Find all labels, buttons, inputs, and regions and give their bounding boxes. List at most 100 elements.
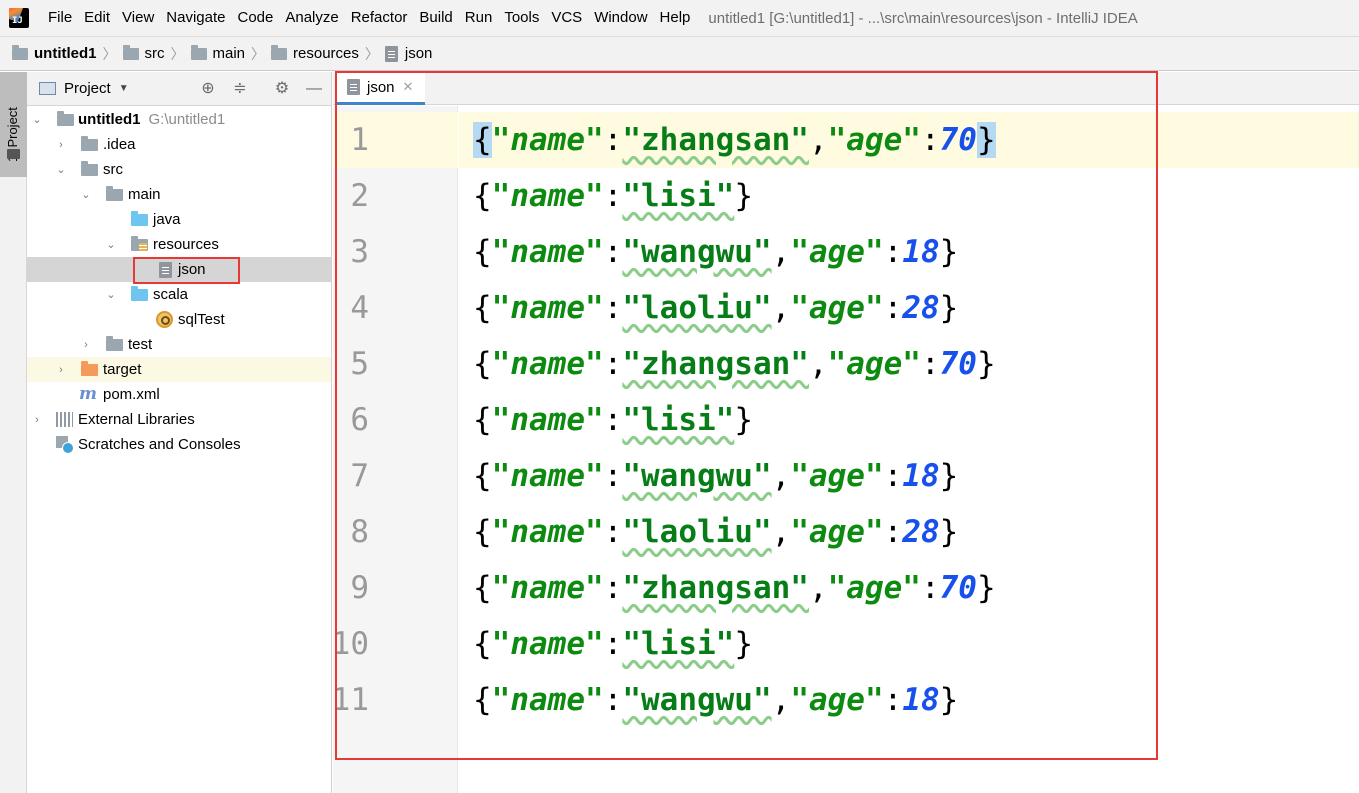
colon: : xyxy=(603,570,623,606)
tab-label: json xyxy=(367,78,395,96)
tree-item-label: untitled1 G:\untitled1 xyxy=(78,111,226,128)
window-title: untitled1 [G:\untitled1] - ...\src\main\… xyxy=(708,9,1138,27)
brace-open: { xyxy=(473,458,492,494)
menu-vcs[interactable]: VCS xyxy=(545,0,588,36)
json-number-value: 18 xyxy=(902,458,940,494)
chevron-right-icon[interactable]: › xyxy=(55,364,67,376)
chevron-down-icon[interactable]: ⌄ xyxy=(105,288,117,301)
hide-icon[interactable]: — xyxy=(305,80,323,98)
json-key: "name" xyxy=(491,290,604,326)
json-key: "name" xyxy=(491,346,604,382)
tree-item-scala[interactable]: ⌄ scala xyxy=(27,282,331,307)
chevron-down-icon[interactable]: ⌄ xyxy=(105,238,117,251)
breadcrumb-item-untitled1[interactable]: untitled1 xyxy=(12,44,97,62)
comma: , xyxy=(771,458,791,494)
brace-close: } xyxy=(939,514,959,550)
code-editor[interactable]: {"name":"zhangsan","age":70} {"name":"lis… xyxy=(459,106,1359,793)
tree-item-java[interactable]: java xyxy=(27,207,331,232)
tree-item-src[interactable]: ⌄ src xyxy=(27,157,331,182)
json-number-value: 70 xyxy=(939,122,977,158)
line-number: 4 xyxy=(350,290,369,326)
menu-window[interactable]: Window xyxy=(588,0,653,36)
excluded-folder-icon xyxy=(81,361,98,376)
chevron-down-icon[interactable]: ▼ xyxy=(119,83,129,94)
breadcrumb-separator-icon: 〉 xyxy=(102,45,117,62)
tree-item-scratches[interactable]: Scratches and Consoles xyxy=(27,432,331,457)
colon: : xyxy=(920,122,940,158)
locate-icon[interactable]: ⊕ xyxy=(199,80,217,98)
breadcrumb-item-resources[interactable]: resources xyxy=(271,44,359,62)
json-key: "name" xyxy=(491,458,604,494)
folder-icon xyxy=(106,186,123,201)
text-file-icon xyxy=(384,45,398,62)
tree-item-sqltest[interactable]: sqlTest xyxy=(27,307,331,332)
tree-item-test[interactable]: › test xyxy=(27,332,331,357)
line-number: 5 xyxy=(350,346,369,382)
comma: , xyxy=(771,234,791,270)
chevron-right-icon[interactable]: › xyxy=(80,339,92,351)
tree-item-pom[interactable]: m pom.xml xyxy=(27,382,331,407)
json-string-value: "zhangsan" xyxy=(622,346,809,382)
breadcrumb-item-json[interactable]: json xyxy=(384,45,432,62)
menu-tools[interactable]: Tools xyxy=(498,0,545,36)
text-file-icon xyxy=(159,262,172,278)
breadcrumb-item-main[interactable]: main xyxy=(190,44,245,62)
project-panel: Project ▼ ⊕ ≑ ⚙ — ⌄ untitled1 G:\untitled… xyxy=(27,72,332,793)
tree-item-target[interactable]: › target xyxy=(27,357,331,382)
line-number: 6 xyxy=(350,402,369,438)
menu-help[interactable]: Help xyxy=(654,0,697,36)
tab-json[interactable]: json ✕ xyxy=(337,72,425,105)
tree-item-untitled1[interactable]: ⌄ untitled1 G:\untitled1 xyxy=(27,107,331,132)
gear-icon[interactable]: ⚙ xyxy=(273,80,291,98)
tree-item-external-libraries[interactable]: › External Libraries xyxy=(27,407,331,432)
chevron-down-icon[interactable]: ⌄ xyxy=(80,188,92,201)
brace-open: { xyxy=(473,178,492,214)
menu-build[interactable]: Build xyxy=(413,0,458,36)
json-key: "name" xyxy=(491,122,604,158)
code-line: {"name":"lisi"} xyxy=(473,168,753,224)
code-line: {"name":"wangwu","age":18} xyxy=(473,224,958,280)
chevron-down-icon[interactable]: ⌄ xyxy=(55,163,67,176)
tree-item-json[interactable]: json xyxy=(27,257,331,282)
close-icon[interactable]: ✕ xyxy=(403,79,414,95)
tree-item-resources[interactable]: ⌄ resources xyxy=(27,232,331,257)
brace-open: { xyxy=(473,626,492,662)
collapse-all-icon[interactable]: ≑ xyxy=(231,80,249,98)
menu-file[interactable]: File xyxy=(42,0,78,36)
tree-item-label: java xyxy=(153,211,181,228)
menu-analyze[interactable]: Analyze xyxy=(279,0,344,36)
tree-item-label: External Libraries xyxy=(78,411,195,428)
brace-close: } xyxy=(734,178,753,214)
project-view-selector[interactable]: Project xyxy=(64,80,111,97)
brace-open: { xyxy=(473,402,492,438)
colon: : xyxy=(920,570,940,606)
brace-open: { xyxy=(473,346,492,382)
project-tool-button[interactable]: 1: Project xyxy=(0,72,27,177)
menu-run[interactable]: Run xyxy=(459,0,499,36)
brace-open: { xyxy=(473,570,492,606)
menu-refactor[interactable]: Refactor xyxy=(345,0,414,36)
line-number: 3 xyxy=(350,234,369,270)
menu-code[interactable]: Code xyxy=(231,0,279,36)
colon: : xyxy=(603,122,623,158)
menu-view[interactable]: View xyxy=(116,0,160,36)
breadcrumb: untitled1 〉 src 〉 main 〉 resources 〉 jso… xyxy=(0,36,1359,71)
resources-folder-icon xyxy=(131,236,148,251)
breadcrumb-item-src[interactable]: src xyxy=(122,44,165,62)
tree-item-main[interactable]: ⌄ main xyxy=(27,182,331,207)
menu-edit[interactable]: Edit xyxy=(78,0,116,36)
brace-open: { xyxy=(473,682,492,718)
menu-navigate[interactable]: Navigate xyxy=(160,0,231,36)
colon: : xyxy=(920,346,940,382)
project-view-icon xyxy=(39,82,56,95)
source-folder-icon xyxy=(131,286,148,301)
chevron-right-icon[interactable]: › xyxy=(55,139,67,151)
brace-close: } xyxy=(939,290,959,326)
json-key: "name" xyxy=(491,682,604,718)
tree-item-idea[interactable]: › .idea xyxy=(27,132,331,157)
json-key: "age" xyxy=(827,346,921,382)
colon: : xyxy=(603,458,623,494)
chevron-down-icon[interactable]: ⌄ xyxy=(31,113,43,126)
chevron-right-icon[interactable]: › xyxy=(31,414,43,426)
json-key: "name" xyxy=(491,626,604,662)
